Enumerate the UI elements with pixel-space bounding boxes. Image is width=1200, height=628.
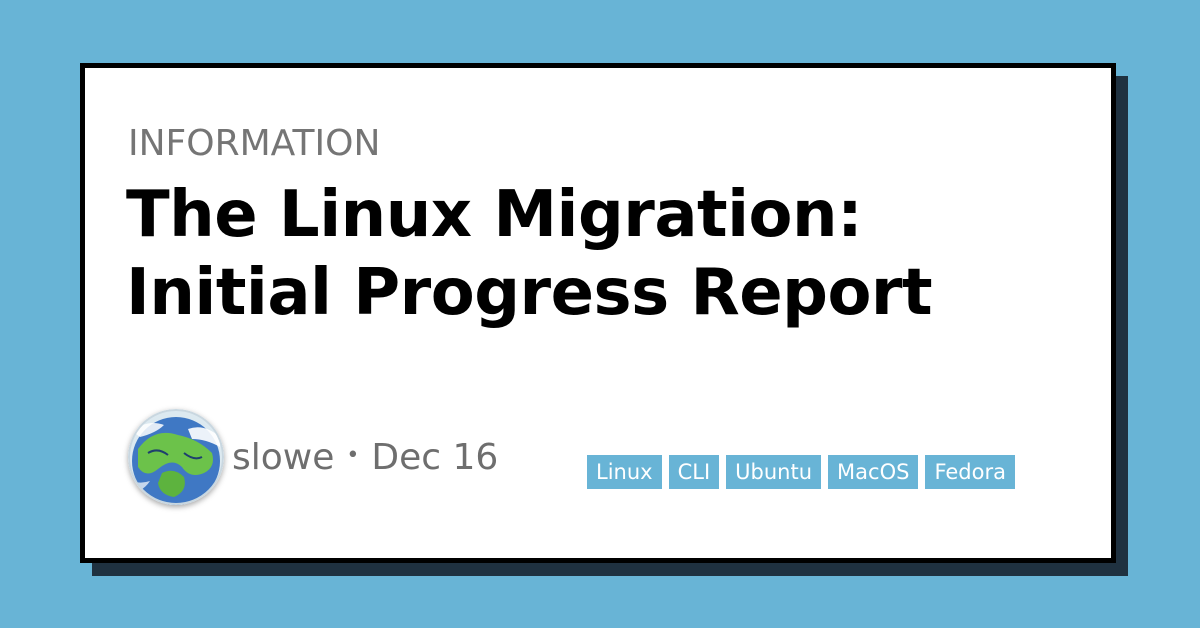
post-card[interactable]: INFORMATION The Linux Migration: Initial… bbox=[80, 63, 1116, 563]
globe-avatar-icon bbox=[128, 409, 224, 505]
post-title-line-1: The Linux Migration: bbox=[126, 178, 863, 252]
author-avatar[interactable] bbox=[128, 409, 224, 505]
byline-separator: • bbox=[346, 442, 360, 468]
post-meta: slowe • Dec 16 bbox=[128, 409, 498, 505]
tag-list: Linux CLI Ubuntu MacOS Fedora bbox=[587, 455, 1015, 489]
author-name[interactable]: slowe bbox=[232, 437, 334, 478]
post-date: Dec 16 bbox=[371, 436, 499, 478]
byline: slowe • Dec 16 bbox=[232, 437, 498, 478]
post-category: INFORMATION bbox=[128, 123, 381, 164]
tag-macos[interactable]: MacOS bbox=[828, 455, 919, 489]
post-title-line-2: Initial Progress Report bbox=[126, 256, 933, 330]
tag-fedora[interactable]: Fedora bbox=[925, 455, 1015, 489]
tag-cli[interactable]: CLI bbox=[668, 455, 720, 489]
tag-linux[interactable]: Linux bbox=[587, 455, 662, 489]
tag-ubuntu[interactable]: Ubuntu bbox=[726, 455, 822, 489]
post-title[interactable]: The Linux Migration: Initial Progress Re… bbox=[126, 176, 1066, 332]
